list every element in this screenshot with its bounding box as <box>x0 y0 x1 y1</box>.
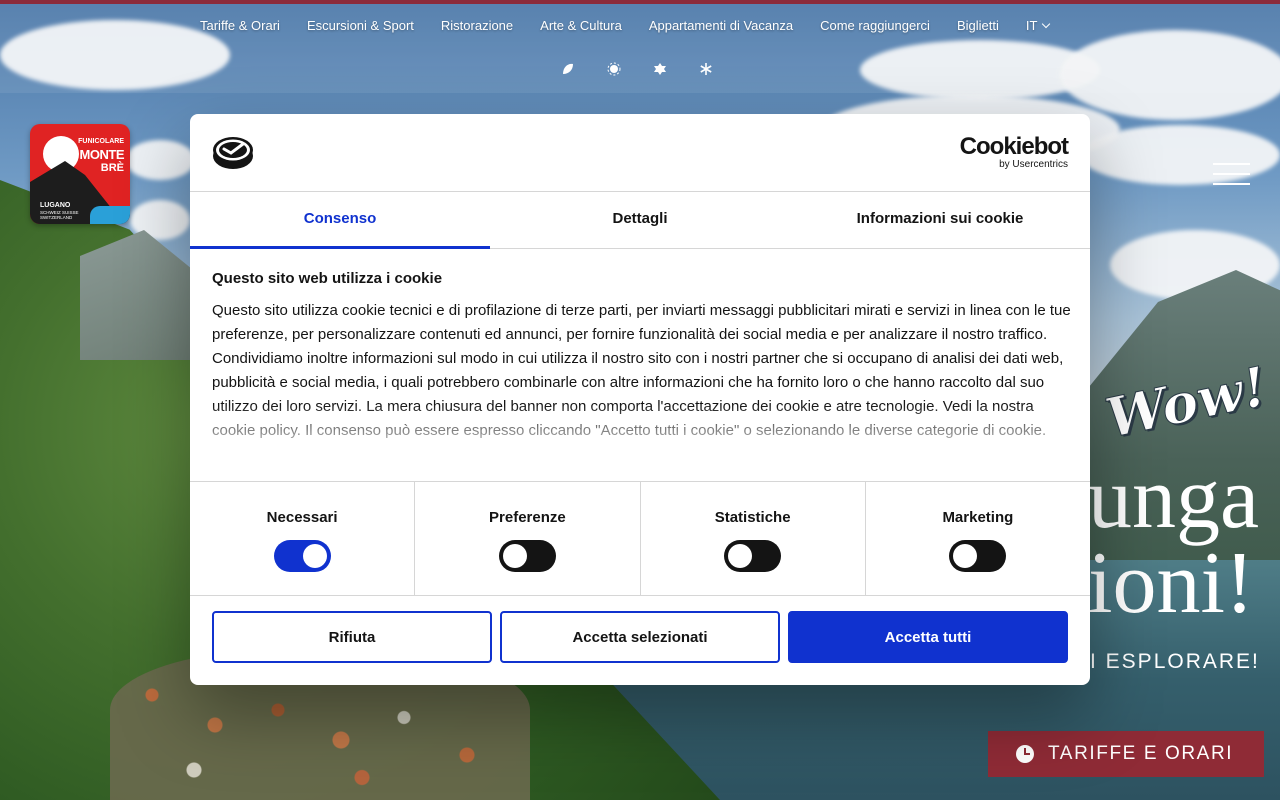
necessari-toggle[interactable] <box>273 540 331 572</box>
top-navigation: Tariffe & Orari Escursioni & Sport Risto… <box>0 4 1280 93</box>
tariffe-orari-label: TARIFFE E ORARI <box>1048 743 1234 764</box>
cookie-consent-dialog: Cookiebot by Usercentrics Consenso Detta… <box>190 114 1090 685</box>
category-label: Marketing <box>942 509 1014 526</box>
preferenze-toggle[interactable] <box>498 540 556 572</box>
tariffe-orari-button[interactable]: TARIFFE E ORARI <box>988 731 1264 777</box>
tab-dettagli[interactable]: Dettagli <box>490 192 790 248</box>
nav-item-ristorazione[interactable]: Ristorazione <box>441 18 513 33</box>
autumn-leaf-icon[interactable] <box>652 62 668 78</box>
nav-item-biglietti[interactable]: Biglietti <box>957 18 999 33</box>
category-label: Statistiche <box>714 509 791 526</box>
tab-consenso[interactable]: Consenso <box>190 192 490 249</box>
nav-item-appartamenti[interactable]: Appartamenti di Vacanza <box>649 18 793 33</box>
nav-item-tariffe-orari[interactable]: Tariffe & Orari <box>200 18 280 33</box>
cloud <box>125 140 195 180</box>
category-statistiche: Statistiche <box>641 482 866 595</box>
hero-subtitle: I ESPLORARE! <box>1090 650 1260 673</box>
reject-button[interactable]: Rifiuta <box>212 611 492 663</box>
nav-item-escursioni-sport[interactable]: Escursioni & Sport <box>307 18 414 33</box>
category-preferenze: Preferenze <box>415 482 641 595</box>
consent-text: Questo sito utilizza cookie tecnici e di… <box>212 302 1071 439</box>
accept-selected-button[interactable]: Accetta selezionati <box>500 611 780 663</box>
logo-text: SWITZERLAND <box>40 215 73 220</box>
cookiebot-byline: by Usercentrics <box>999 159 1068 170</box>
spring-leaf-icon[interactable] <box>560 62 576 78</box>
consent-tabs: Consenso Dettagli Informazioni sui cooki… <box>190 192 1090 249</box>
nav-item-come-raggiungerci[interactable]: Come raggiungerci <box>820 18 930 33</box>
chevron-down-icon <box>1042 19 1051 29</box>
statistiche-toggle[interactable] <box>724 540 782 572</box>
language-selector[interactable]: IT <box>1025 18 1051 33</box>
winter-snowflake-icon[interactable] <box>698 62 714 78</box>
cookiebot-brand: Cookiebot by Usercentrics <box>959 133 1069 171</box>
accept-all-button[interactable]: Accetta tutti <box>788 611 1068 663</box>
cookiebot-logo-icon <box>213 137 253 169</box>
logo-text: MONTE <box>79 147 125 162</box>
consent-body[interactable]: Questo sito web utilizza i cookie Questo… <box>212 270 1072 470</box>
season-switcher <box>560 62 714 78</box>
category-label: Necessari <box>266 509 338 526</box>
consent-categories: Necessari Preferenze Statistiche Marketi… <box>190 481 1090 596</box>
hero-heading-line1: unga <box>1088 450 1260 547</box>
marketing-toggle[interactable] <box>949 540 1007 572</box>
site-logo[interactable]: FUNICOLARE MONTE BRÈ LUGANO SCHWEIZ SUIS… <box>30 124 130 224</box>
hero-heading-line2: ioni! <box>1088 535 1255 632</box>
clock-icon <box>1016 745 1034 763</box>
logo-text: LUGANO <box>40 202 71 209</box>
nav-menu: Tariffe & Orari Escursioni & Sport Risto… <box>200 18 1051 33</box>
menu-hamburger-icon[interactable] <box>1213 163 1250 185</box>
language-label: IT <box>1025 18 1038 33</box>
category-label: Preferenze <box>489 509 566 526</box>
consent-title: Questo sito web utilizza i cookie <box>212 270 443 287</box>
cookiebot-wordmark: Cookiebot <box>959 133 1069 160</box>
category-marketing: Marketing <box>866 482 1090 595</box>
category-necessari: Necessari <box>190 482 416 595</box>
summer-sun-icon[interactable] <box>606 62 622 78</box>
consent-actions: Rifiuta Accetta selezionati Accetta tutt… <box>212 611 1068 663</box>
logo-text: BRÈ <box>100 162 124 174</box>
nav-item-arte-cultura[interactable]: Arte & Cultura <box>540 18 622 33</box>
tab-informazioni[interactable]: Informazioni sui cookie <box>790 192 1090 248</box>
cloud <box>1080 125 1280 185</box>
logo-text: FUNICOLARE <box>78 138 124 145</box>
dialog-header: Cookiebot by Usercentrics <box>190 114 1090 192</box>
logo-water <box>90 206 130 224</box>
